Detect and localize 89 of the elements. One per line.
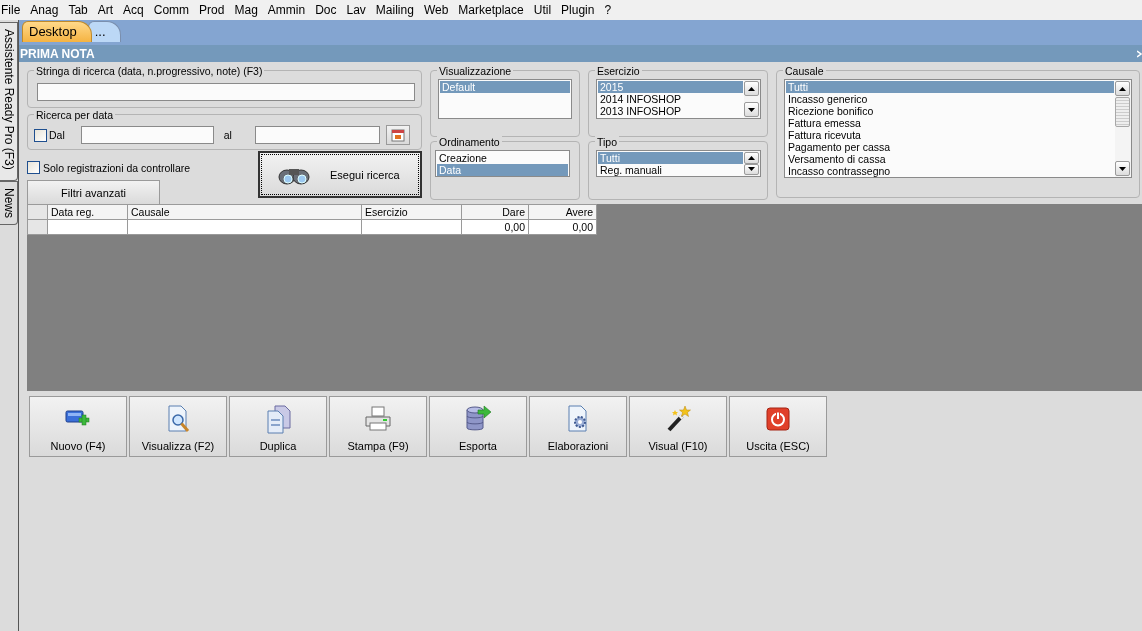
group-label: Causale [783, 65, 826, 77]
search-field[interactable] [37, 83, 415, 101]
table-cell: 0,00 [528, 219, 597, 235]
menu-item[interactable]: Plugin [556, 3, 600, 17]
menu-item[interactable]: Web [418, 3, 454, 17]
up-arrow-icon [748, 155, 755, 160]
field-label: al [223, 129, 232, 141]
up-arrow-icon [1119, 86, 1126, 91]
list-item[interactable]: Incasso generico [786, 93, 1114, 105]
row-header [27, 204, 48, 220]
menu-item[interactable]: Art [92, 3, 119, 17]
date-to-field[interactable] [254, 126, 380, 144]
scroll-down-button[interactable] [1115, 161, 1130, 176]
down-arrow-icon [748, 167, 755, 172]
column-header[interactable]: Causale [127, 204, 362, 220]
group-label: Esercizio [595, 65, 642, 77]
tab[interactable]: Desktop [22, 21, 92, 42]
calendar-button[interactable] [385, 125, 410, 145]
list-item[interactable]: Fattura emessa [786, 117, 1114, 129]
column-header[interactable]: Dare [461, 204, 529, 220]
menu-item[interactable]: Anag [25, 3, 64, 17]
menu-item[interactable]: Mag [229, 3, 263, 17]
table-cell: 0,00 [461, 219, 529, 235]
scrollbar[interactable] [1115, 80, 1131, 177]
list-box[interactable]: 2015 2014 INFOSHOP 2013 INFOSHOP [596, 79, 761, 119]
scroll-thumb[interactable] [1115, 97, 1130, 127]
list-box[interactable]: Tutti Incasso generico Ricezione bonifico Fattura emessa Fattura ricevuta Pagamento per cassa Versamento di cassa Incasso contrassegno [784, 79, 1132, 178]
side-tab[interactable]: News [0, 180, 18, 225]
power-icon [763, 404, 793, 434]
list-item[interactable]: Fattura ricevuta [786, 129, 1114, 141]
group-label: Stringa di ricerca (data, n.progressivo, note) (F3) [34, 65, 265, 77]
toolbar-button[interactable]: Uscita (ESC) [729, 396, 827, 457]
menu-item[interactable]: Doc [310, 3, 342, 17]
menu-item[interactable]: File [0, 3, 26, 17]
scroll-up-button[interactable] [744, 152, 759, 164]
list-item[interactable]: Reg. manuali [598, 164, 743, 176]
search-button[interactable]: Esegui ricerca [258, 151, 422, 198]
checkbox-label: Dal [49, 129, 65, 141]
group-label: Ordinamento [437, 136, 502, 148]
menu-item[interactable]: Lav [341, 3, 371, 17]
scrollbar[interactable] [744, 151, 760, 176]
column-header[interactable]: Data reg. [47, 204, 128, 220]
toolbar-button[interactable]: Visualizza (F2) [129, 396, 227, 457]
date-from-field[interactable] [80, 126, 214, 144]
checkbox[interactable] [34, 128, 47, 142]
printer-icon [363, 404, 393, 434]
scroll-down-button[interactable] [744, 102, 759, 117]
list-item[interactable]: Pagamento per cassa [786, 141, 1114, 153]
toolbar-button[interactable]: Nuovo (F4) [29, 396, 127, 457]
tab[interactable]: ... [87, 21, 121, 42]
up-arrow-icon [748, 86, 755, 91]
calendar-icon [390, 128, 405, 142]
toolbar-button[interactable]: Elaborazioni [529, 396, 627, 457]
list-item[interactable]: 2013 INFOSHOP [598, 105, 743, 117]
checkbox[interactable] [27, 161, 40, 174]
group-label: Ricerca per data [34, 109, 116, 121]
menu-item[interactable]: Marketplace [453, 3, 529, 17]
down-arrow-icon [1119, 166, 1126, 171]
side-tab[interactable]: Assistente Ready Pro (F3) [0, 22, 18, 181]
menu-item[interactable]: Ammin [262, 3, 311, 17]
list-box[interactable]: Tutti Reg. manuali [596, 150, 761, 177]
scroll-up-button[interactable] [744, 81, 759, 96]
list-item[interactable]: 2014 INFOSHOP [598, 93, 743, 105]
column-header[interactable]: Esercizio [361, 204, 462, 220]
scroll-up-button[interactable] [1115, 81, 1130, 96]
checkbox-label: Solo registrazioni da controllare [43, 161, 191, 174]
menu-item[interactable]: Util [528, 3, 557, 17]
group-label: Tipo [595, 136, 620, 148]
down-arrow-icon [748, 107, 755, 112]
toolbar-button[interactable]: Duplica [229, 396, 327, 457]
menu-item[interactable]: Tab [63, 3, 93, 17]
menu-item[interactable]: Comm [148, 3, 195, 17]
filters-button[interactable]: Filtri avanzati [27, 180, 160, 205]
panel-title: PRIMA NOTA [20, 46, 95, 61]
menu-item[interactable]: ? [599, 3, 617, 17]
column-header[interactable]: Avere [528, 204, 597, 220]
toolbar-button[interactable]: Stampa (F9) [329, 396, 427, 457]
list-item[interactable]: Creazione [437, 152, 568, 164]
list-item[interactable]: Versamento di cassa [786, 153, 1114, 165]
list-item[interactable]: Incasso contrassegno [786, 165, 1114, 177]
list-item[interactable]: Ricezione bonifico [786, 105, 1114, 117]
menu-item[interactable]: Acq [118, 3, 149, 17]
scrollbar[interactable] [744, 80, 760, 118]
list-box[interactable]: Creazione Data [435, 150, 570, 177]
group-label: Visualizzazione [437, 65, 514, 77]
menu-item[interactable]: Mailing [370, 3, 419, 17]
toolbar-button[interactable]: Visual (F10) [629, 396, 727, 457]
toolbar-button[interactable]: Esporta [429, 396, 527, 457]
menu-item[interactable]: Prod [194, 3, 230, 17]
